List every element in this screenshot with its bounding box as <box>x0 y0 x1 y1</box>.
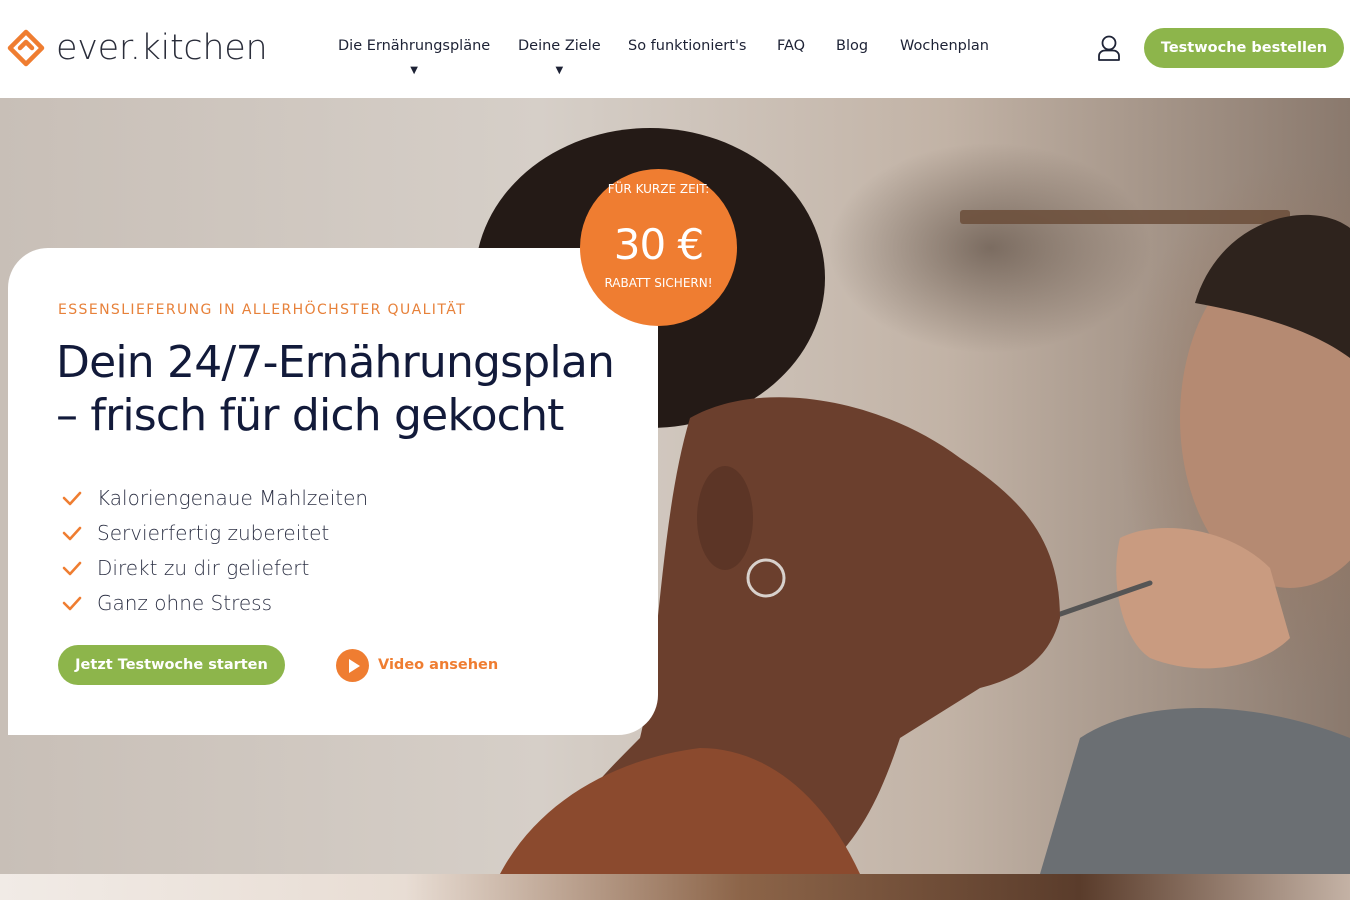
nav-item-label: Wochenplan <box>900 38 989 54</box>
discount-badge[interactable]: FÜR KURZE ZEIT: 30 € RABATT SICHERN! <box>580 169 737 326</box>
nav-item-blog[interactable]: Blog <box>836 38 868 54</box>
nav-item-so-funktionierts[interactable]: So funktioniert's <box>628 38 746 54</box>
caret-down-icon: ▼ <box>410 65 418 76</box>
logo-wordmark: ever.kitchen <box>56 28 268 68</box>
benefit-list: Kaloriengenaue Mahlzeiten Servierfertig … <box>62 480 368 620</box>
user-icon[interactable] <box>1096 34 1122 62</box>
order-trial-week-button[interactable]: Testwoche bestellen <box>1144 28 1344 68</box>
nav-item-label: Blog <box>836 38 869 54</box>
site-header: ever.kitchen Die Ernährungspläne ▼ Deine… <box>0 0 1350 98</box>
nav-item-label: FAQ <box>777 38 806 54</box>
nav-item-ernaehrungsplaene[interactable]: Die Ernährungspläne ▼ <box>338 38 491 76</box>
next-section-preview <box>0 874 1350 900</box>
benefit-item: Direkt zu dir geliefert <box>62 550 368 585</box>
benefit-item: Ganz ohne Stress <box>62 585 368 620</box>
hero-card: ESSENSLIEFERUNG IN ALLERHÖCHSTER QUALITÄ… <box>8 248 658 735</box>
benefit-text: Ganz ohne Stress <box>97 590 272 615</box>
nav-item-label: Deine Ziele <box>518 38 601 54</box>
benefit-item: Kaloriengenaue Mahlzeiten <box>62 480 368 515</box>
check-icon <box>62 596 82 610</box>
logo-icon <box>7 29 45 67</box>
nav-item-label: So funktioniert's <box>628 38 747 54</box>
benefit-text: Direkt zu dir geliefert <box>97 555 310 580</box>
nav-item-label: Die Ernährungspläne <box>338 38 491 54</box>
play-icon <box>336 648 369 682</box>
check-icon <box>62 561 82 575</box>
start-trial-week-button[interactable]: Jetzt Testwoche starten <box>58 645 285 685</box>
benefit-item: Servierfertig zubereitet <box>62 515 368 550</box>
watch-video-label: Video ansehen <box>378 657 499 673</box>
caret-down-icon: ▼ <box>555 65 564 76</box>
nav-item-wochenplan[interactable]: Wochenplan <box>900 38 989 54</box>
badge-amount: 30 € <box>613 220 705 269</box>
watch-video-link[interactable]: Video ansehen <box>336 648 498 682</box>
nav-item-ziele[interactable]: Deine Ziele ▼ <box>518 38 601 76</box>
benefit-text: Kaloriengenaue Mahlzeiten <box>97 485 369 510</box>
nav-item-faq[interactable]: FAQ <box>777 38 805 54</box>
hero-headline: Dein 24/7-Ernährungsplan – frisch für di… <box>56 337 615 441</box>
hero-eyebrow: ESSENSLIEFERUNG IN ALLERHÖCHSTER QUALITÄ… <box>58 302 467 318</box>
check-icon <box>62 526 82 540</box>
logo[interactable]: ever.kitchen <box>6 27 268 69</box>
check-icon <box>62 491 82 505</box>
benefit-text: Servierfertig zubereitet <box>97 520 330 545</box>
badge-top-text: FÜR KURZE ZEIT: <box>607 182 710 196</box>
badge-bottom-text: RABATT SICHERN! <box>604 276 713 290</box>
